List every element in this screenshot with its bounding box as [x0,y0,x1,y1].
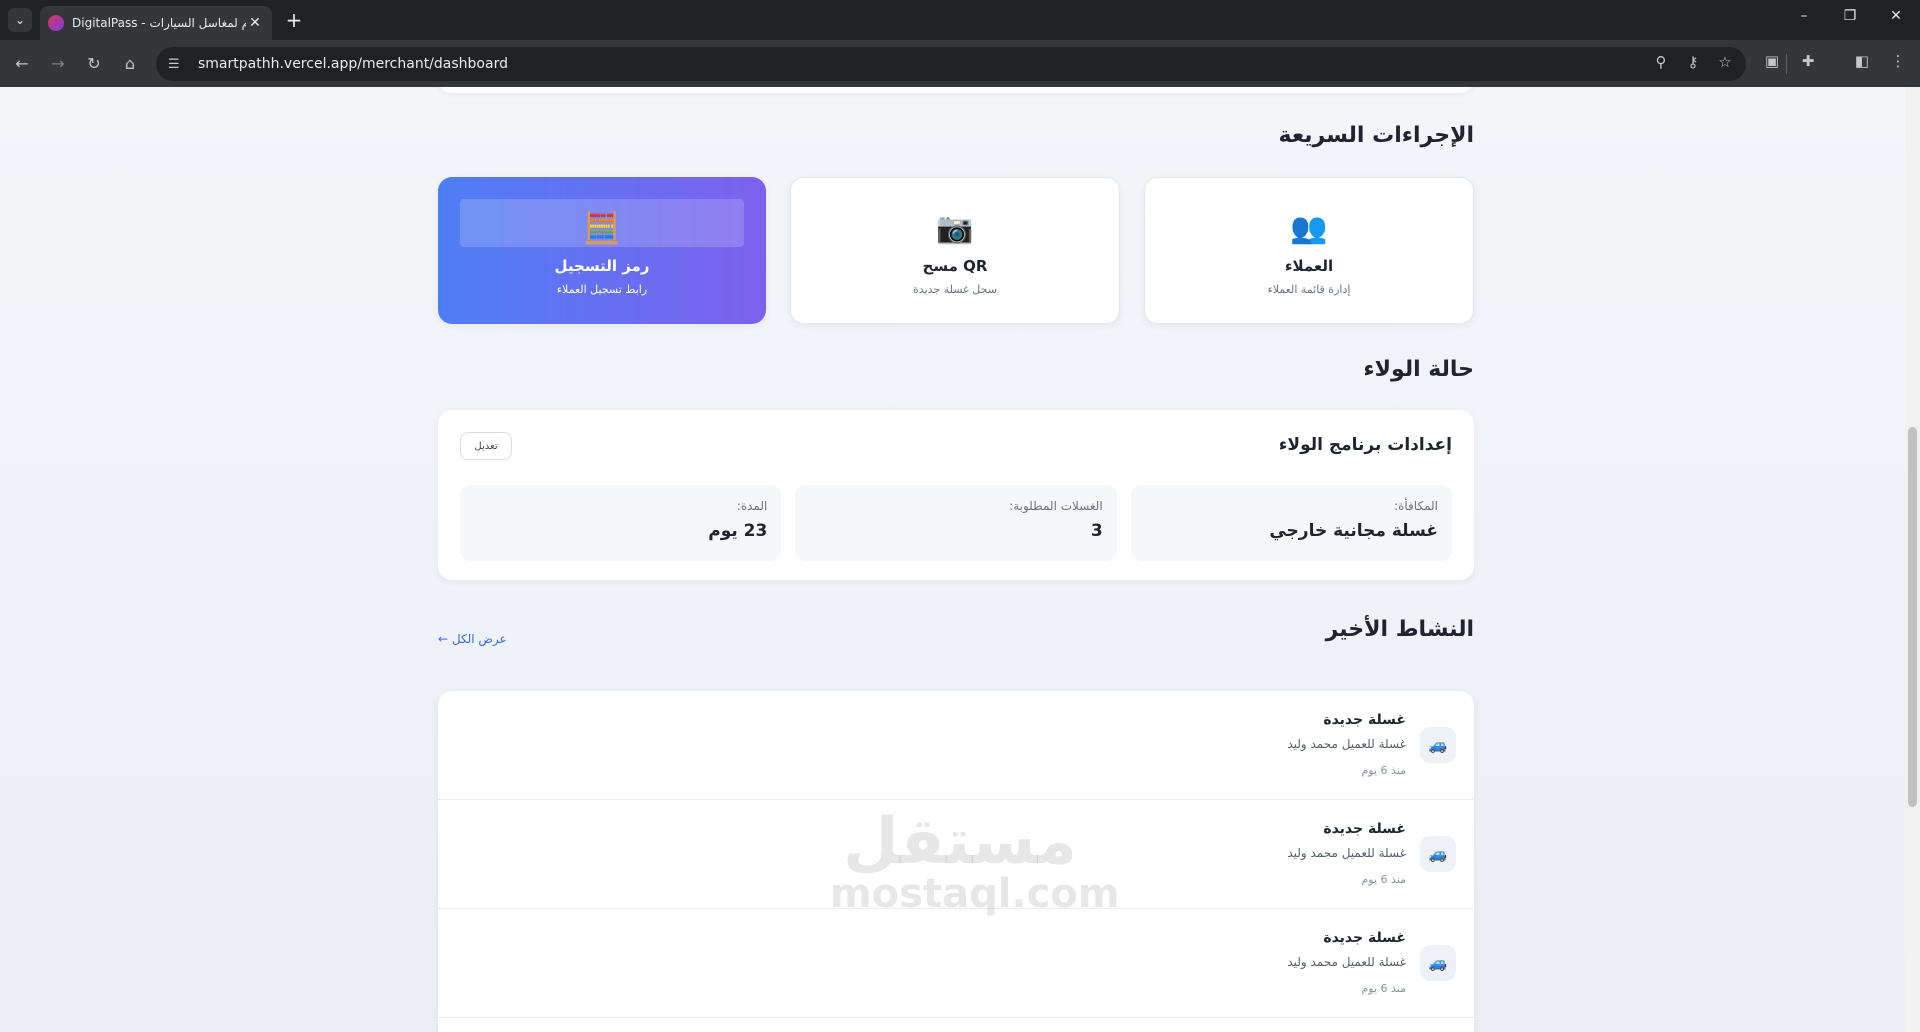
loyalty-settings-card: إعدادات برنامج الولاء تعديل المكافأة: غس… [438,410,1474,580]
recent-activity-title: النشاط الأخير [1325,617,1474,642]
loyalty-status-title: حالة الولاء [1363,357,1474,382]
scrollbar-thumb[interactable] [1908,427,1917,807]
quick-action-title: العملاء [1284,257,1334,275]
url-text: smartpathh.vercel.app/merchant/dashboard [198,56,508,72]
zoom-icon[interactable]: ⚲ [1650,53,1672,71]
quick-action-registration-code[interactable]: 🧮 رمز التسجيل رابط تسجيل العملاء [438,177,766,324]
stat-required-washes: الغسلات المطلوبة: 3 [795,485,1117,561]
stat-label: الغسلات المطلوبة: [1009,499,1103,513]
browser-toolbar: ← → ↻ ⌂ ☰ smartpathh.vercel.app/merchant… [0,40,1920,87]
menu-kebab-icon[interactable]: ⋮ [1886,52,1910,70]
tab-title: DigitalPass - نظام لمغاسل السيارات [72,16,246,30]
quick-action-scan-qr[interactable]: 📷 مسح QR سجل غسلة جديدة [790,177,1120,324]
activity-time: منذ 6 يوم [1361,873,1406,886]
quick-action-subtitle: سجل غسلة جديدة [913,283,997,296]
forward-button[interactable]: → [46,52,70,76]
camera-icon: 📷 [936,211,974,246]
loyalty-stats: المكافأة: غسلة مجانية خارجي الغسلات المط… [460,485,1452,561]
profile-avatar-icon[interactable]: ◧ [1850,52,1874,70]
address-bar[interactable]: ☰ smartpathh.vercel.app/merchant/dashboa… [156,47,1746,81]
activity-description: غسلة للعميل محمد وليد [1287,737,1406,751]
activity-title: غسلة جديدة [1323,930,1406,946]
tab-close-icon[interactable]: ✕ [246,15,264,31]
previous-card [438,87,1474,93]
recent-activity-list: 🚙 غسلة جديدة غسلة للعميل محمد وليد منذ 6… [438,691,1474,1032]
stat-value: غسلة مجانية خارجي [1269,521,1438,541]
car-icon: 🚙 [1420,945,1456,981]
activity-item[interactable]: 🚙 غسلة جديدة غسلة للعميل محمد وليد منذ 6… [438,691,1474,800]
tab-search-button[interactable]: ⌄ [8,8,32,32]
reload-button[interactable]: ↻ [82,52,106,76]
password-key-icon[interactable]: ⚷ [1682,53,1704,71]
restore-button[interactable]: ❐ [1838,8,1862,24]
calculator-icon: 🧮 [583,211,621,246]
quick-actions-title: الإجراءات السريعة [1278,123,1474,148]
close-window-button[interactable]: ✕ [1884,8,1908,24]
users-icon: 👥 [1290,211,1328,246]
activity-time: منذ 6 يوم [1361,764,1406,777]
edit-loyalty-button[interactable]: تعديل [460,432,512,460]
car-icon: 🚙 [1420,727,1456,763]
quick-action-title: مسح QR [922,257,988,275]
activity-item[interactable]: 🚙 غسلة جديدة غسلة للعميل محمد وليد منذ 6… [438,800,1474,909]
extensions-icon[interactable]: ✚ [1796,52,1820,70]
stat-label: المدة: [736,499,768,513]
quick-actions-grid: 👥 العملاء إدارة قائمة العملاء 📷 مسح QR س… [438,177,1474,324]
stat-reward: المكافأة: غسلة مجانية خارجي [1130,485,1452,561]
activity-title: غسلة جديدة [1323,821,1406,837]
page-scrollbar[interactable] [1905,87,1920,1032]
quick-action-customers[interactable]: 👥 العملاء إدارة قائمة العملاء [1144,177,1474,324]
loyalty-card-title: إعدادات برنامج الولاء [1278,435,1452,455]
quick-action-title: رمز التسجيل [554,257,650,275]
browser-tab-strip: ⌄ DigitalPass - نظام لمغاسل السيارات ✕ +… [0,0,1920,40]
stat-value: 3 [1090,521,1103,541]
activity-item[interactable]: 🚙 غسلة جديدة غسلة للعميل محمد وليد منذ 6… [438,909,1474,1018]
quick-action-subtitle: رابط تسجيل العملاء [556,283,648,296]
activity-description: غسلة للعميل محمد وليد [1287,846,1406,860]
site-info-icon[interactable]: ☰ [168,57,190,72]
view-all-link[interactable]: عرض الكل ← [438,632,507,646]
stat-label: المكافأة: [1394,499,1438,513]
toolbar-separator [1786,54,1787,74]
media-icon[interactable]: ▣ [1760,52,1784,70]
browser-tab[interactable]: DigitalPass - نظام لمغاسل السيارات ✕ [40,6,272,40]
minimize-button[interactable]: – [1792,8,1816,24]
home-button[interactable]: ⌂ [118,52,142,76]
quick-action-subtitle: إدارة قائمة العملاء [1267,283,1351,296]
stat-value: 23 يوم [708,521,768,541]
new-tab-button[interactable]: + [282,8,306,32]
site-favicon-icon [48,15,64,31]
activity-description: غسلة للعميل محمد وليد [1287,955,1406,969]
dashboard-page: الإجراءات السريعة 👥 العملاء إدارة قائمة … [0,87,1920,1032]
activity-title: غسلة جديدة [1323,712,1406,728]
car-icon: 🚙 [1420,836,1456,872]
activity-time: منذ 6 يوم [1361,982,1406,995]
bookmark-star-icon[interactable]: ☆ [1714,53,1736,71]
back-button[interactable]: ← [10,52,34,76]
stat-duration: المدة: 23 يوم [460,485,782,561]
